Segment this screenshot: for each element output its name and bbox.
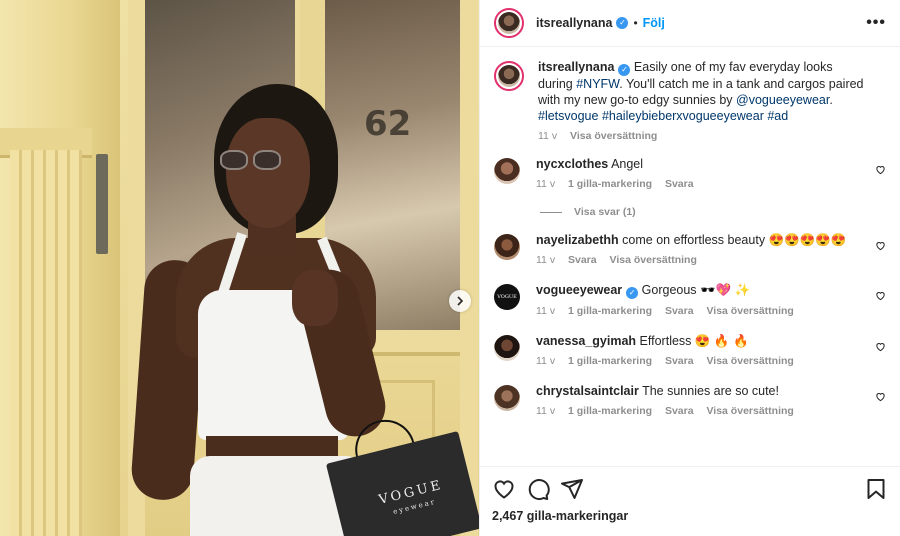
next-image-button[interactable] <box>449 290 471 312</box>
reply-button[interactable]: Svara <box>665 178 694 190</box>
hand <box>292 270 338 326</box>
comment-username[interactable]: vanessa_gyimah <box>536 334 636 348</box>
comment-text: Angel <box>611 157 644 171</box>
comment-icon[interactable] <box>526 477 550 501</box>
action-icons <box>492 477 888 501</box>
action-bar: 2,467 gilla-markeringar <box>480 466 900 536</box>
comment-username[interactable]: vogueeyewear <box>536 283 622 297</box>
bookmark-icon[interactable] <box>864 477 888 501</box>
translate-button[interactable]: Visa översättning <box>706 405 793 417</box>
comment-text: Gorgeous 🕶️💖 ✨ <box>641 283 751 297</box>
comment-time[interactable]: 11 v <box>536 405 555 417</box>
comment-username[interactable]: nayelizabethh <box>536 233 619 247</box>
caption-dot: . <box>829 93 833 107</box>
comment-time[interactable]: 11 v <box>536 178 555 190</box>
follow-button[interactable]: Följ <box>643 16 665 30</box>
translate-button[interactable]: Visa översättning <box>706 305 793 317</box>
reply-button[interactable]: Svara <box>665 355 694 367</box>
verified-badge-icon: ✓ <box>616 17 629 29</box>
header-username[interactable]: itsreallynana <box>536 16 612 30</box>
caption: itsreallynana ✓ Easily one of my fav ever… <box>494 59 886 142</box>
sunglasses <box>220 150 284 172</box>
comment-row: VOGUE vogueeyewear ✓ Gorgeous 🕶️💖 ✨ 11 v … <box>494 282 886 317</box>
translate-button[interactable]: Visa översättning <box>610 254 697 266</box>
commenter-avatar[interactable] <box>494 234 520 260</box>
share-icon[interactable] <box>560 477 584 501</box>
post-header: itsreallynana ✓ • Följ ••• <box>480 0 900 47</box>
caption-username[interactable]: itsreallynana <box>538 60 614 74</box>
chevron-right-icon <box>457 296 464 306</box>
comment-row: vanessa_gyimah Effortless 😍 🔥 🔥 11 v 1 g… <box>494 333 886 367</box>
translate-button[interactable]: Visa översättning <box>570 130 657 142</box>
hashtag-ad[interactable]: #ad <box>767 109 788 123</box>
verified-badge-icon: ✓ <box>618 64 631 76</box>
heart-icon[interactable] <box>492 477 516 501</box>
comment-time[interactable]: 11 v <box>536 305 555 317</box>
comment-likes[interactable]: 1 gilla-markering <box>568 178 652 190</box>
commenter-avatar[interactable]: VOGUE <box>494 284 520 310</box>
comment-time[interactable]: 11 v <box>536 254 555 266</box>
comment-row: nayelizabethh come on effortless beauty … <box>494 232 886 266</box>
caption-time[interactable]: 11 v <box>538 130 557 142</box>
heart-icon[interactable] <box>875 341 886 352</box>
likes-count[interactable]: 2,467 gilla-markeringar <box>492 509 888 523</box>
commenter-avatar[interactable] <box>494 158 520 184</box>
reply-button[interactable]: Svara <box>568 254 597 266</box>
hashtag-letsvogue[interactable]: #letsvogue <box>538 109 598 123</box>
instagram-post: 62 VOGUE eyewear itsreallynana ✓ • Följ … <box>0 0 900 536</box>
commenter-avatar[interactable] <box>494 385 520 411</box>
translate-button[interactable]: Visa översättning <box>706 355 793 367</box>
post-photo[interactable]: 62 VOGUE eyewear <box>0 0 479 536</box>
comment-likes[interactable]: 1 gilla-markering <box>568 355 652 367</box>
heart-icon[interactable] <box>875 391 886 402</box>
heart-icon[interactable] <box>875 240 886 251</box>
reply-button[interactable]: Svara <box>665 405 694 417</box>
mention-vogueeyewear[interactable]: @vogueeyewear <box>736 93 829 107</box>
verified-badge-icon: ✓ <box>626 287 639 299</box>
avatar[interactable] <box>494 8 524 38</box>
caption-avatar[interactable] <box>494 61 524 91</box>
heart-icon[interactable] <box>875 290 886 301</box>
comment-username[interactable]: nycxclothes <box>536 157 608 171</box>
hashtag-hailey[interactable]: #haileybieberxvogueeyewear <box>602 109 764 123</box>
comment-text: The sunnies are so cute! <box>642 384 779 398</box>
comment-row: chrystalsaintclair The sunnies are so cu… <box>494 383 886 417</box>
comment-row: nycxclothes Angel 11 v 1 gilla-markering… <box>494 156 886 190</box>
commenter-avatar[interactable] <box>494 335 520 361</box>
reply-button[interactable]: Svara <box>665 305 694 317</box>
fluted-pillar <box>10 150 82 536</box>
comments-list[interactable]: itsreallynana ✓ Easily one of my fav ever… <box>480 47 900 466</box>
comment-text: come on effortless beauty 😍😍😍😍😍 <box>622 233 847 247</box>
view-replies-button[interactable]: Visa svar (1) <box>540 206 886 218</box>
comment-text: Effortless 😍 🔥 🔥 <box>639 334 749 348</box>
comment-likes[interactable]: 1 gilla-markering <box>568 405 652 417</box>
heart-icon[interactable] <box>875 164 886 175</box>
face <box>226 118 310 228</box>
separator-dot: • <box>633 16 638 30</box>
comment-username[interactable]: chrystalsaintclair <box>536 384 639 398</box>
hashtag-nyfw[interactable]: #NYFW <box>576 77 619 91</box>
door-number: 62 <box>364 104 412 144</box>
more-options-icon[interactable]: ••• <box>866 14 886 32</box>
comment-time[interactable]: 11 v <box>536 355 555 367</box>
comment-likes[interactable]: 1 gilla-markering <box>568 305 652 317</box>
post-side-panel: itsreallynana ✓ • Följ ••• itsreallynana… <box>479 0 900 536</box>
wall-fixture <box>96 154 108 254</box>
